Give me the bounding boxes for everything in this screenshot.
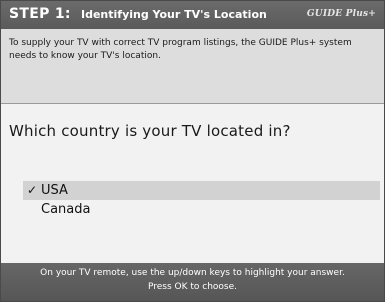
guide-plus-logo: GUIDE Plus+ <box>306 9 376 19</box>
intro-text: To supply your TV with correct TV progra… <box>9 38 352 61</box>
country-options-list: ✓ USA Canada <box>23 181 380 219</box>
country-question: Which country is your TV located in? <box>9 122 291 140</box>
option-usa[interactable]: ✓ USA <box>23 181 380 200</box>
instruction-line-2: Press OK to choose. <box>147 282 238 292</box>
option-canada[interactable]: Canada <box>23 200 380 219</box>
step-title: Identifying Your TV's Location <box>81 8 267 21</box>
option-label: USA <box>41 183 68 198</box>
option-label: Canada <box>41 202 91 217</box>
step-number: STEP 1: <box>9 6 71 22</box>
header-bar: STEP 1: Identifying Your TV's Location G… <box>1 1 384 29</box>
instructions-footer: On your TV remote, use the up/down keys … <box>1 263 384 301</box>
setup-screen: STEP 1: Identifying Your TV's Location G… <box>0 0 385 302</box>
intro-panel: To supply your TV with correct TV progra… <box>1 29 384 104</box>
checkmark-icon: ✓ <box>27 183 38 197</box>
instruction-line-1: On your TV remote, use the up/down keys … <box>40 268 345 278</box>
